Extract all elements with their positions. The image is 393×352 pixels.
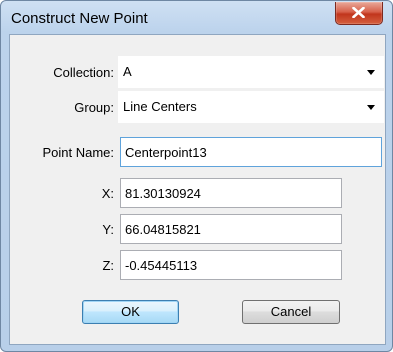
- title-bar[interactable]: Construct New Point: [1, 1, 392, 35]
- dialog-title: Construct New Point: [11, 10, 148, 27]
- collection-dropdown[interactable]: A: [118, 56, 384, 88]
- close-icon: [352, 7, 365, 18]
- z-input[interactable]: [121, 251, 341, 279]
- dialog-client-area: Collection: A Group: Line Centers Point …: [9, 34, 386, 345]
- z-label: Z:: [102, 258, 114, 273]
- group-label: Group:: [74, 100, 114, 115]
- x-input[interactable]: [121, 179, 341, 207]
- point-name-input[interactable]: [121, 138, 381, 166]
- group-dropdown[interactable]: Line Centers: [118, 91, 384, 123]
- x-field[interactable]: [120, 178, 342, 208]
- cancel-button[interactable]: Cancel: [242, 300, 340, 324]
- close-button[interactable]: [335, 2, 383, 25]
- group-value: Line Centers: [123, 99, 197, 114]
- y-input[interactable]: [121, 215, 341, 243]
- collection-value: A: [123, 64, 132, 79]
- dialog-window: Construct New Point Collection: A Group:…: [0, 0, 393, 352]
- x-label: X:: [101, 186, 114, 201]
- point-name-label: Point Name:: [42, 145, 114, 160]
- y-field[interactable]: [120, 214, 342, 244]
- chevron-down-icon: [367, 70, 375, 75]
- z-field[interactable]: [120, 250, 342, 280]
- point-name-field[interactable]: [120, 137, 382, 167]
- collection-label: Collection:: [53, 65, 114, 80]
- y-label: Y:: [102, 222, 114, 237]
- chevron-down-icon: [367, 105, 375, 110]
- ok-button[interactable]: OK: [82, 300, 179, 324]
